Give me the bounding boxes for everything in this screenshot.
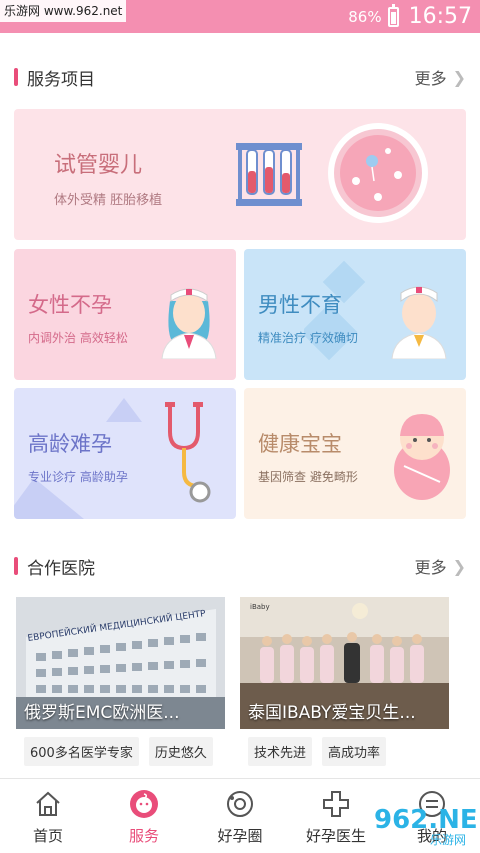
- services-title: 服务项目: [27, 69, 95, 90]
- battery-icon: [387, 3, 399, 27]
- hospital-name: 泰国IBABY爱宝贝生...: [248, 703, 416, 723]
- service-title: 健康宝宝: [258, 432, 342, 456]
- tab-service[interactable]: 服务: [96, 779, 192, 853]
- female-doctor-icon: [161, 288, 217, 359]
- service-card-ivf[interactable]: 试管婴儿 体外受精 胚胎移植: [14, 109, 466, 240]
- site-logo-subtext: 乐游网: [430, 833, 466, 847]
- tab-label: 服务: [128, 827, 159, 845]
- hospital-card-emc[interactable]: ЕВРОПЕЙСКИЙ МЕДИЦИНСКИЙ ЦЕНТР 俄罗斯EMC欧洲医.…: [16, 597, 225, 777]
- tab-circle[interactable]: 好孕圈: [192, 779, 288, 853]
- embryo-icon: [328, 123, 428, 223]
- home-icon: [36, 791, 60, 816]
- hospital-tags: 技术先进 高成功率: [248, 737, 387, 766]
- status-right: 86% 16:57: [348, 3, 472, 29]
- tab-home[interactable]: 首页: [0, 779, 96, 853]
- hospitals-header: 合作医院 更多 ❯: [14, 551, 466, 581]
- hospital-tag: 高成功率: [322, 737, 387, 766]
- tab-label: 首页: [32, 827, 63, 845]
- hospital-name: 俄罗斯EMC欧洲医...: [24, 703, 180, 723]
- service-title: 男性不育: [258, 293, 342, 317]
- hospital-sign-text: iBaby: [250, 603, 270, 611]
- service-title: 高龄难孕: [28, 432, 112, 456]
- service-subtitle: 专业诊疗 高龄助孕: [28, 470, 128, 484]
- services-header: 服务项目 更多 ❯: [14, 62, 466, 92]
- hospital-tag: 技术先进: [248, 737, 313, 766]
- status-bar: 乐游网 www.962.net 86% 16:57: [0, 0, 480, 33]
- service-subtitle: 精准治疗 疗效确切: [258, 331, 358, 345]
- hospital-photo: iBaby 泰国IBABY爱宝贝生...: [240, 597, 449, 729]
- chevron-right-icon: ❯: [452, 556, 466, 576]
- tab-label: 好孕圈: [217, 827, 263, 845]
- service-card-male[interactable]: 男性不育 精准治疗 疗效确切: [244, 249, 466, 380]
- male-doctor-icon: [391, 286, 447, 359]
- clock: 16:57: [408, 4, 472, 29]
- chevron-right-icon: ❯: [452, 67, 466, 87]
- service-subtitle: 体外受精 胚胎移植: [54, 193, 163, 208]
- watermark: 乐游网 www.962.net: [0, 0, 127, 22]
- more-label: 更多: [414, 69, 447, 88]
- service-title: 试管婴儿: [54, 153, 143, 178]
- site-logo-watermark: 962.NET 乐游网: [374, 805, 476, 847]
- hospital-photo: ЕВРОПЕЙСКИЙ МЕДИЦИНСКИЙ ЦЕНТР 俄罗斯EMC欧洲医.…: [16, 597, 225, 729]
- hospitals-title: 合作医院: [27, 558, 95, 579]
- hospital-tag: 600多名医学专家: [24, 737, 139, 766]
- doctor-icon: [323, 791, 349, 817]
- stethoscope-icon: [165, 402, 211, 503]
- service-card-female[interactable]: 女性不孕 内调外治 高效轻松: [14, 249, 236, 380]
- section-accent: [14, 68, 18, 86]
- section-accent: [14, 557, 18, 575]
- service-subtitle: 内调外治 高效轻松: [28, 331, 128, 345]
- service-card-advanced-age[interactable]: 高龄难孕 专业诊疗 高龄助孕: [14, 388, 236, 519]
- services-more-link[interactable]: 更多 ❯: [415, 65, 466, 89]
- baby-icon: [394, 414, 450, 500]
- hospitals-more-link[interactable]: 更多 ❯: [415, 554, 466, 578]
- hospital-tag: 历史悠久: [148, 737, 213, 766]
- service-icon: [130, 790, 158, 818]
- battery-percent: 86%: [348, 7, 382, 26]
- hospital-card-ibaby[interactable]: iBaby 泰国IBABY爱宝贝生... 技术先进 高成功率: [240, 597, 449, 777]
- service-card-healthy-baby[interactable]: 健康宝宝 基因筛查 避免畸形: [244, 388, 466, 519]
- more-label: 更多: [414, 558, 447, 577]
- test-tube-rack-icon: [236, 143, 302, 206]
- hospital-tags: 600多名医学专家 历史悠久: [24, 737, 213, 766]
- service-subtitle: 基因筛查 避免畸形: [258, 470, 358, 484]
- circle-icon: [227, 791, 253, 817]
- site-logo-text: 962.NET: [374, 805, 476, 835]
- service-title: 女性不孕: [28, 293, 112, 317]
